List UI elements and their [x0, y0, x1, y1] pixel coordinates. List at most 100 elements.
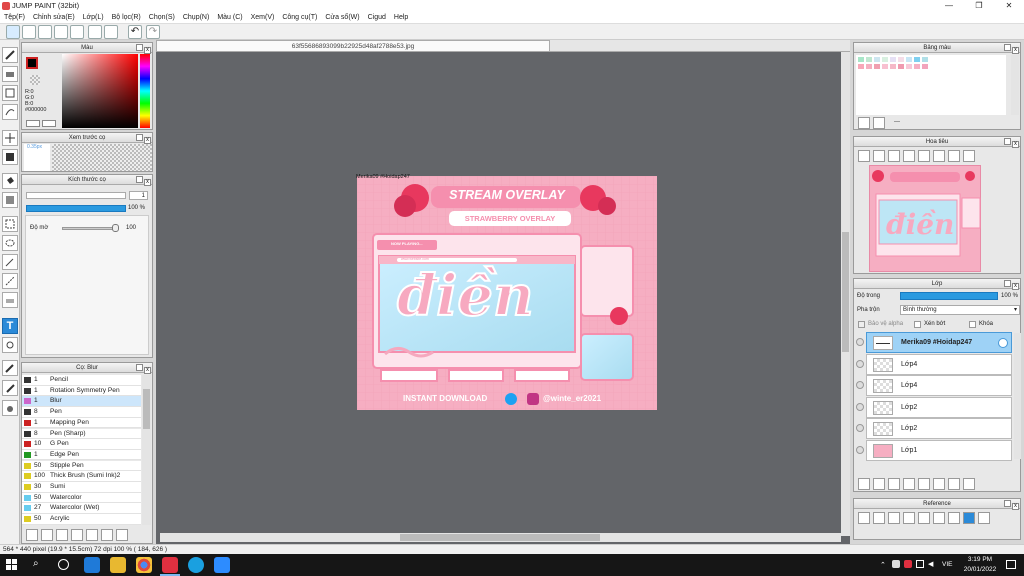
panel-menu-icon[interactable]: [1004, 280, 1011, 287]
move-tool-icon[interactable]: [2, 130, 18, 146]
density-slider[interactable]: [62, 227, 118, 230]
panel-menu-icon[interactable]: [136, 44, 143, 51]
menu-tools[interactable]: Công cụ(T): [278, 12, 321, 24]
panel-menu-icon[interactable]: [136, 364, 143, 371]
brush-size-slider[interactable]: [26, 192, 126, 199]
brush-list-scroll-thumb[interactable]: [143, 389, 150, 429]
new-brush-icon[interactable]: [41, 529, 53, 541]
ref-zoom-out-icon[interactable]: [903, 512, 915, 524]
layer-visibility-eye-icon[interactable]: [856, 424, 864, 432]
ref-fit-icon[interactable]: [933, 512, 945, 524]
rotate-reset-icon[interactable]: [933, 150, 945, 162]
layer-visibility-eye-icon[interactable]: [856, 338, 864, 346]
artwork-canvas[interactable]: STREAM OVERLAY STRAWBERRY OVERLAY NOW PL…: [357, 176, 657, 410]
search-icon[interactable]: ⌕: [33, 558, 39, 569]
layer-row[interactable]: Lớp2: [866, 396, 1012, 418]
ref-settings-icon[interactable]: [978, 512, 990, 524]
vertical-scrollbar[interactable]: [841, 52, 850, 536]
panel-menu-icon[interactable]: [1004, 138, 1011, 145]
hue-slider[interactable]: [140, 54, 150, 128]
brush-list-item[interactable]: 10 G Pen: [22, 439, 141, 450]
new-layer-icon[interactable]: [858, 478, 870, 490]
clipping-checkbox[interactable]: [914, 321, 921, 328]
ref-hand-icon[interactable]: [963, 512, 975, 524]
text-tool-icon[interactable]: T: [2, 318, 18, 334]
panel-close-icon[interactable]: x: [1012, 283, 1019, 290]
speaker-icon[interactable]: ◀: [928, 560, 933, 568]
eyedropper-alt-icon[interactable]: [2, 380, 18, 396]
ref-zoom-in-icon[interactable]: [918, 512, 930, 524]
layer-visibility-eye-icon[interactable]: [856, 381, 864, 389]
panel-close-icon[interactable]: x: [144, 47, 151, 54]
brush-settings-icon[interactable]: [26, 529, 38, 541]
horizontal-scroll-thumb[interactable]: [400, 534, 600, 541]
brush-list-item[interactable]: 1 Blur: [22, 396, 141, 407]
panel-menu-icon[interactable]: [136, 134, 143, 141]
select-tool-icon[interactable]: [2, 216, 18, 232]
zoom-icon[interactable]: [214, 557, 230, 573]
lasso-icon[interactable]: [2, 104, 18, 120]
saturation-value-picker[interactable]: [62, 54, 138, 128]
skype-icon[interactable]: [188, 557, 204, 573]
upload-icon[interactable]: [858, 512, 870, 524]
undo-icon[interactable]: ↶: [128, 25, 142, 39]
redo-icon[interactable]: ↷: [146, 25, 160, 39]
brush-list-item[interactable]: 50 Stipple Pen: [22, 460, 141, 472]
task-view-icon[interactable]: [58, 559, 69, 570]
language-indicator[interactable]: VIE: [942, 561, 952, 568]
density-slider-thumb[interactable]: [112, 224, 119, 232]
layer-copy-icon[interactable]: [903, 478, 915, 490]
shape-tool-icon[interactable]: [2, 337, 18, 353]
navigator-preview[interactable]: điền: [869, 165, 981, 272]
eyedropper-icon[interactable]: [2, 360, 18, 376]
ellipse-select-icon[interactable]: [2, 235, 18, 251]
ref-pick-icon[interactable]: [948, 512, 960, 524]
copy-brush-icon[interactable]: [71, 529, 83, 541]
layer-row[interactable]: Lớp2: [866, 418, 1012, 439]
panel-menu-icon[interactable]: [136, 176, 143, 183]
panel-menu-icon[interactable]: [1004, 500, 1011, 507]
palette-scrollbar[interactable]: [1011, 55, 1019, 115]
close-ref-icon[interactable]: [888, 512, 900, 524]
clock-time[interactable]: 3:19 PM: [962, 556, 998, 563]
brush-list-item[interactable]: 1 Edge Pen: [22, 449, 141, 461]
brush-list-scrollbar[interactable]: [142, 375, 151, 525]
flip-icon[interactable]: [963, 150, 975, 162]
menu-layer[interactable]: Lớp(L): [79, 12, 108, 24]
notification-icon[interactable]: [1006, 560, 1016, 569]
lock-checkbox[interactable]: [969, 321, 976, 328]
windows-start-icon[interactable]: [6, 559, 17, 570]
folder-icon[interactable]: [86, 529, 98, 541]
document-tab[interactable]: 63f55686893099b22925d48af2788e53.jpg: [156, 40, 550, 52]
grid-icon[interactable]: [104, 25, 118, 39]
brush-tool-icon[interactable]: [2, 47, 18, 63]
menu-window[interactable]: Cửa sổ(W): [321, 12, 363, 24]
pen-select-icon[interactable]: [2, 273, 18, 289]
brush-list-item[interactable]: 50 Acrylic: [22, 514, 141, 525]
edge-icon[interactable]: [84, 557, 100, 573]
layer-visibility-eye-icon[interactable]: [856, 359, 864, 368]
panel-close-icon[interactable]: x: [144, 179, 151, 186]
open-folder-icon[interactable]: [873, 512, 885, 524]
tray-red-icon[interactable]: [904, 560, 912, 568]
brush-list-item[interactable]: 1 Pencil: [22, 375, 141, 386]
menu-color[interactable]: Màu (C): [213, 12, 246, 24]
panel-close-icon[interactable]: x: [1012, 503, 1019, 510]
brush-list-item[interactable]: 1 Mapping Pen: [22, 417, 141, 429]
menu-view[interactable]: Xem(V): [247, 12, 279, 24]
layer-row[interactable]: Lớp4: [866, 375, 1012, 396]
menu-help[interactable]: Help: [390, 12, 412, 24]
panel-close-icon[interactable]: x: [144, 367, 151, 374]
delete-palette-icon[interactable]: [873, 117, 885, 129]
blend-mode-select[interactable]: Bình thường ▾: [900, 305, 1020, 315]
layer-duplicate-icon[interactable]: [933, 478, 945, 490]
tray-app-icon[interactable]: [892, 560, 900, 568]
horizontal-scrollbar[interactable]: [160, 533, 841, 542]
menu-edit[interactable]: Chỉnh sửa(E): [29, 12, 79, 24]
tray-chevron-icon[interactable]: ⌃: [880, 561, 886, 569]
layer-settings-gear-icon[interactable]: [998, 338, 1008, 348]
panel-close-icon[interactable]: x: [1012, 141, 1019, 148]
chat-icon[interactable]: [38, 25, 52, 39]
brush-list-item[interactable]: 30 Sumi: [22, 482, 141, 493]
minimize-button[interactable]: —: [934, 0, 964, 12]
